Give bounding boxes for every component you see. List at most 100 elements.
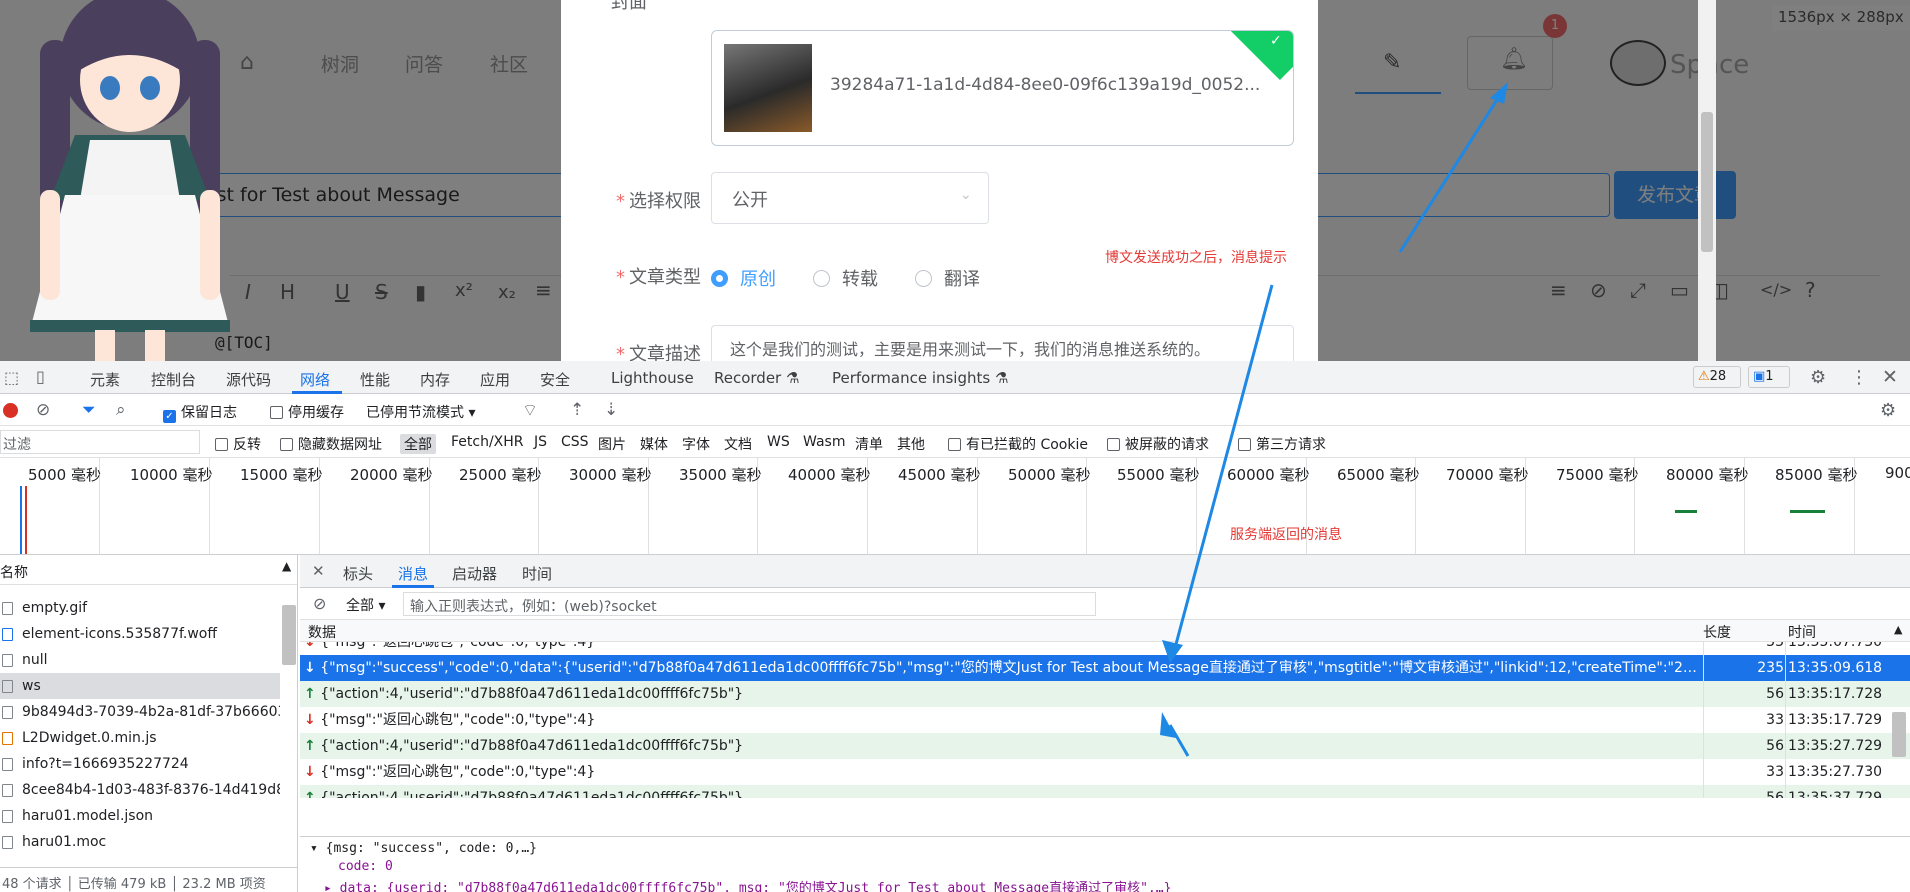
messages-badge[interactable]: ▣1 xyxy=(1748,366,1790,388)
tick-label: 5000 毫秒 xyxy=(28,466,101,484)
tab-elements[interactable]: 元素 xyxy=(90,369,120,390)
tick-label: 85000 毫秒 xyxy=(1775,466,1858,484)
type-media[interactable]: 媒体 xyxy=(640,434,668,454)
inspect-icon[interactable]: ⬚ xyxy=(4,368,19,387)
type-js[interactable]: JS xyxy=(534,434,547,450)
ws-activity-bar xyxy=(1790,510,1825,513)
tick-label: 80000 毫秒 xyxy=(1666,466,1749,484)
import-har-icon[interactable]: ⇡ xyxy=(570,400,584,420)
message-filter-bar: ⊘ 全部 ▾ 输入正则表达式，例如：(web)?socket xyxy=(300,588,1910,620)
throttle-select[interactable]: 已停用节流模式 ▾ xyxy=(366,402,475,422)
close-detail-icon[interactable]: ✕ xyxy=(312,562,325,580)
annotation-server-msg: 服务端返回的消息 xyxy=(1230,527,1342,543)
tab-lighthouse[interactable]: Lighthouse xyxy=(611,369,694,387)
message-regex-filter[interactable]: 输入正则表达式，例如：(web)?socket xyxy=(403,592,1096,616)
name-column-header[interactable]: 名称 ▲ xyxy=(0,555,297,585)
settings-icon[interactable]: ⚙ xyxy=(1810,367,1826,388)
tab-memory[interactable]: 内存 xyxy=(420,369,450,390)
tab-console[interactable]: 控制台 xyxy=(151,369,196,390)
tab-performance-insights[interactable]: Performance insights ⚗ xyxy=(832,369,1008,387)
message-table-scrollbar[interactable] xyxy=(1892,712,1906,757)
search-icon[interactable]: ⌕ xyxy=(116,400,126,420)
type-fetch-xhr[interactable]: Fetch/XHR xyxy=(451,434,524,450)
message-row[interactable]: ↓ {"msg":"返回心跳包","code":0,"type":4} 33 13… xyxy=(300,759,1910,785)
request-item[interactable]: haru01.moc xyxy=(0,829,280,855)
type-manifest[interactable]: 清单 xyxy=(855,434,883,454)
permission-select[interactable]: 公开 ⌄ xyxy=(711,172,989,224)
hide-data-urls-checkbox[interactable]: 隐藏数据网址 xyxy=(280,434,382,454)
type-img[interactable]: 图片 xyxy=(598,434,626,454)
filter-input[interactable]: 过滤 xyxy=(0,430,200,454)
message-table: ↓ {"msg":"返回心跳包","code":0,"type":4} 33 13… xyxy=(0,642,1910,798)
type-css[interactable]: CSS xyxy=(561,434,589,450)
permission-label: * 选择权限 xyxy=(616,191,701,212)
col-data[interactable]: 数据 xyxy=(308,622,336,642)
description-label: * 文章描述 xyxy=(616,344,701,361)
tab-sources[interactable]: 源代码 xyxy=(226,369,271,390)
col-length[interactable]: 长度 xyxy=(1703,622,1731,642)
tab-performance[interactable]: 性能 xyxy=(360,369,390,390)
blocked-requests-checkbox[interactable]: 被屏蔽的请求 xyxy=(1107,434,1209,454)
message-row[interactable]: ↓ {"msg":"返回心跳包","code":0,"type":4} 33 13… xyxy=(300,707,1910,733)
check-icon: ✓ xyxy=(1270,33,1282,49)
request-item[interactable]: haru01.model.json xyxy=(0,803,280,829)
tab-recorder[interactable]: Recorder ⚗ xyxy=(714,369,799,387)
network-settings-icon[interactable]: ⚙ xyxy=(1880,400,1896,421)
request-item[interactable]: empty.gif xyxy=(0,595,280,621)
network-conditions-icon[interactable]: ⌔ xyxy=(522,400,538,421)
blocked-cookies-checkbox[interactable]: 有已拦截的 Cookie xyxy=(948,434,1088,454)
description-textarea[interactable]: 这个是我们的测试，主要是用来测试一下，我们的消息推送系统的。 xyxy=(711,325,1294,361)
page-scrollbar-thumb[interactable] xyxy=(1701,112,1713,252)
page-scrollbar[interactable] xyxy=(1698,0,1716,361)
message-row[interactable]: ↑ {"action":4,"userid":"d7b88f0a47d611ed… xyxy=(300,733,1910,759)
col-divider xyxy=(1703,642,1704,798)
export-har-icon[interactable]: ⇣ xyxy=(604,400,618,420)
devtools-tabbar: ⬚ ▯ 元素 控制台 源代码 网络 性能 内存 应用 安全 Lighthouse… xyxy=(0,361,1910,394)
third-party-checkbox[interactable]: 第三方请求 xyxy=(1238,434,1326,454)
device-toolbar-icon[interactable]: ▯ xyxy=(36,367,45,386)
col-time[interactable]: 时间 xyxy=(1788,622,1816,642)
radio-repost[interactable]: 转载 xyxy=(813,265,878,291)
more-icon[interactable]: ⋮ xyxy=(1850,367,1868,388)
warnings-badge[interactable]: ⚠28 xyxy=(1693,366,1741,388)
tab-headers[interactable]: 标头 xyxy=(343,563,373,584)
timeline-overview[interactable]: 5000 毫秒 10000 毫秒 15000 毫秒 20000 毫秒 25000… xyxy=(0,458,1910,555)
type-other[interactable]: 其他 xyxy=(897,434,925,454)
type-doc[interactable]: 文档 xyxy=(724,434,752,454)
clear-messages-icon[interactable]: ⊘ xyxy=(313,594,326,613)
tab-application[interactable]: 应用 xyxy=(480,369,510,390)
preview-root[interactable]: ▾ {msg: "success", code: 0,…} xyxy=(310,841,537,856)
preserve-log-checkbox[interactable]: ✓ 保留日志 xyxy=(163,402,237,423)
message-row[interactable]: ↑ {"action":4,"userid":"d7b88f0a47d611ed… xyxy=(300,681,1910,707)
tick-label: 65000 毫秒 xyxy=(1337,466,1420,484)
type-wasm[interactable]: Wasm xyxy=(803,434,845,450)
filter-icon[interactable]: ⏷ xyxy=(82,400,96,420)
type-all[interactable]: 全部 xyxy=(400,434,436,454)
record-icon[interactable] xyxy=(3,403,18,418)
invert-checkbox[interactable]: 反转 xyxy=(215,434,261,454)
annotation-notice: 博文发送成功之后，消息提示 xyxy=(1105,250,1287,266)
live2d-character[interactable] xyxy=(20,0,240,361)
message-row[interactable]: ↑ {"action":4,"userid":"d7b88f0a47d611ed… xyxy=(300,785,1910,798)
message-row-selected[interactable]: ↓ {"msg":"success","code":0,"data":{"use… xyxy=(300,655,1910,681)
blog-page: ⌂ 树洞 问答 社区 Just for Test about Message 发… xyxy=(0,0,1910,361)
message-type-select[interactable]: 全部 ▾ xyxy=(346,595,385,615)
cover-upload-item[interactable]: 39284a71-1a1d-4d84-8ee0-09f6c139a19d_005… xyxy=(711,30,1294,146)
type-font[interactable]: 字体 xyxy=(682,434,710,454)
cover-thumbnail xyxy=(724,44,812,132)
disable-cache-checkbox[interactable]: 停用缓存 xyxy=(270,402,344,422)
message-row[interactable]: ↓ {"msg":"返回心跳包","code":0,"type":4} 33 13… xyxy=(0,642,1910,655)
close-devtools-icon[interactable]: ✕ xyxy=(1882,366,1898,388)
preview-data[interactable]: ▸ data: {userid: "d7b88f0a47d611eda1dc00… xyxy=(324,877,1171,892)
clear-icon[interactable]: ⊘ xyxy=(36,400,50,420)
tick-label: 50000 毫秒 xyxy=(1008,466,1091,484)
tab-timing[interactable]: 时间 xyxy=(522,563,552,584)
tab-security[interactable]: 安全 xyxy=(540,369,570,390)
tab-initiator[interactable]: 启动器 xyxy=(452,563,497,584)
radio-original[interactable]: 原创 xyxy=(711,265,776,291)
tab-messages[interactable]: 消息 xyxy=(398,563,428,584)
tab-network[interactable]: 网络 xyxy=(300,369,330,390)
type-ws[interactable]: WS xyxy=(767,434,790,450)
ws-activity-bar xyxy=(1675,510,1697,513)
radio-translate[interactable]: 翻译 xyxy=(915,265,980,291)
